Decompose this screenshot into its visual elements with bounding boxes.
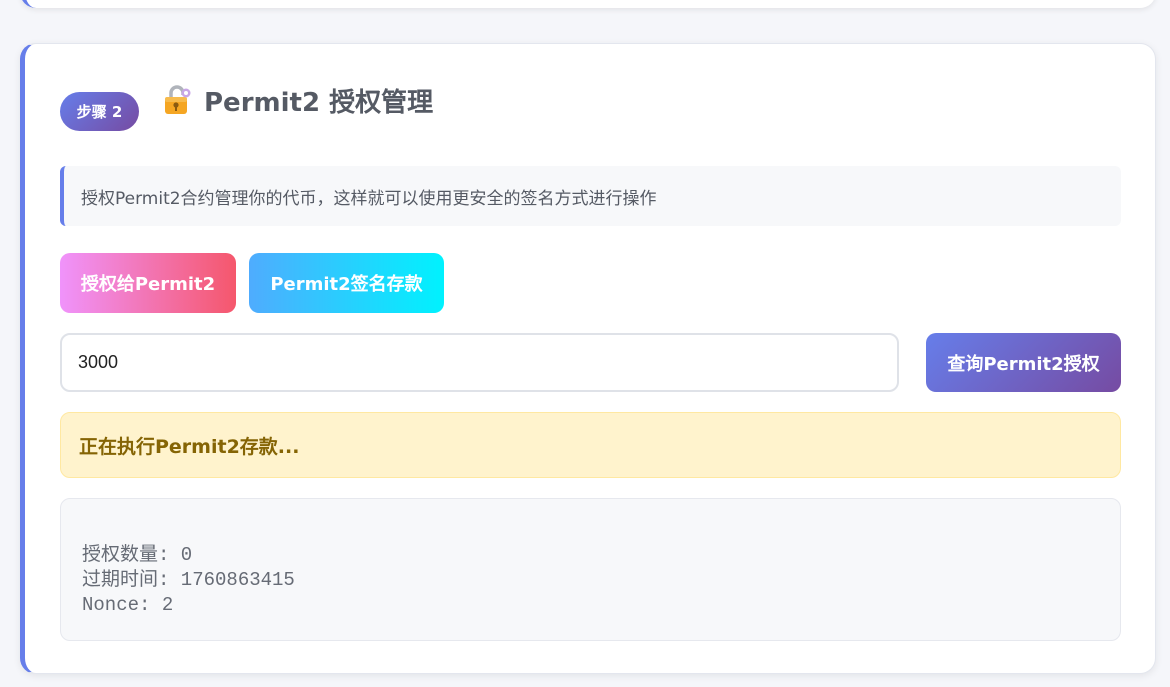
step-header: Permit2 授权管理 — [162, 80, 433, 120]
status-message: 正在执行Permit2存款... — [60, 412, 1121, 478]
status-text: 正在执行Permit2存款... — [79, 435, 300, 458]
nonce-line: Nonce: 2 — [82, 594, 174, 616]
permit2-deposit-button[interactable]: Permit2签名存款 — [249, 253, 444, 313]
step-badge: 步骤 2 — [60, 92, 139, 131]
approve-permit2-button[interactable]: 授权给Permit2 — [60, 253, 236, 313]
query-permit2-button[interactable]: 查询Permit2授权 — [926, 333, 1121, 392]
amount-input[interactable] — [60, 333, 899, 392]
previous-step-card — [20, 0, 1156, 8]
allowance-amount-line: 授权数量: 0 — [82, 544, 193, 566]
result-output: 授权数量: 0 过期时间: 1760863415 Nonce: 2 — [60, 498, 1121, 641]
expiration-line: 过期时间: 1760863415 — [82, 569, 295, 591]
lock-icon — [162, 84, 192, 116]
info-note-text: 授权Permit2合约管理你的代币，这样就可以使用更安全的签名方式进行操作 — [81, 188, 657, 209]
info-note: 授权Permit2合约管理你的代币，这样就可以使用更安全的签名方式进行操作 — [60, 166, 1121, 226]
step-title: Permit2 授权管理 — [204, 87, 434, 118]
